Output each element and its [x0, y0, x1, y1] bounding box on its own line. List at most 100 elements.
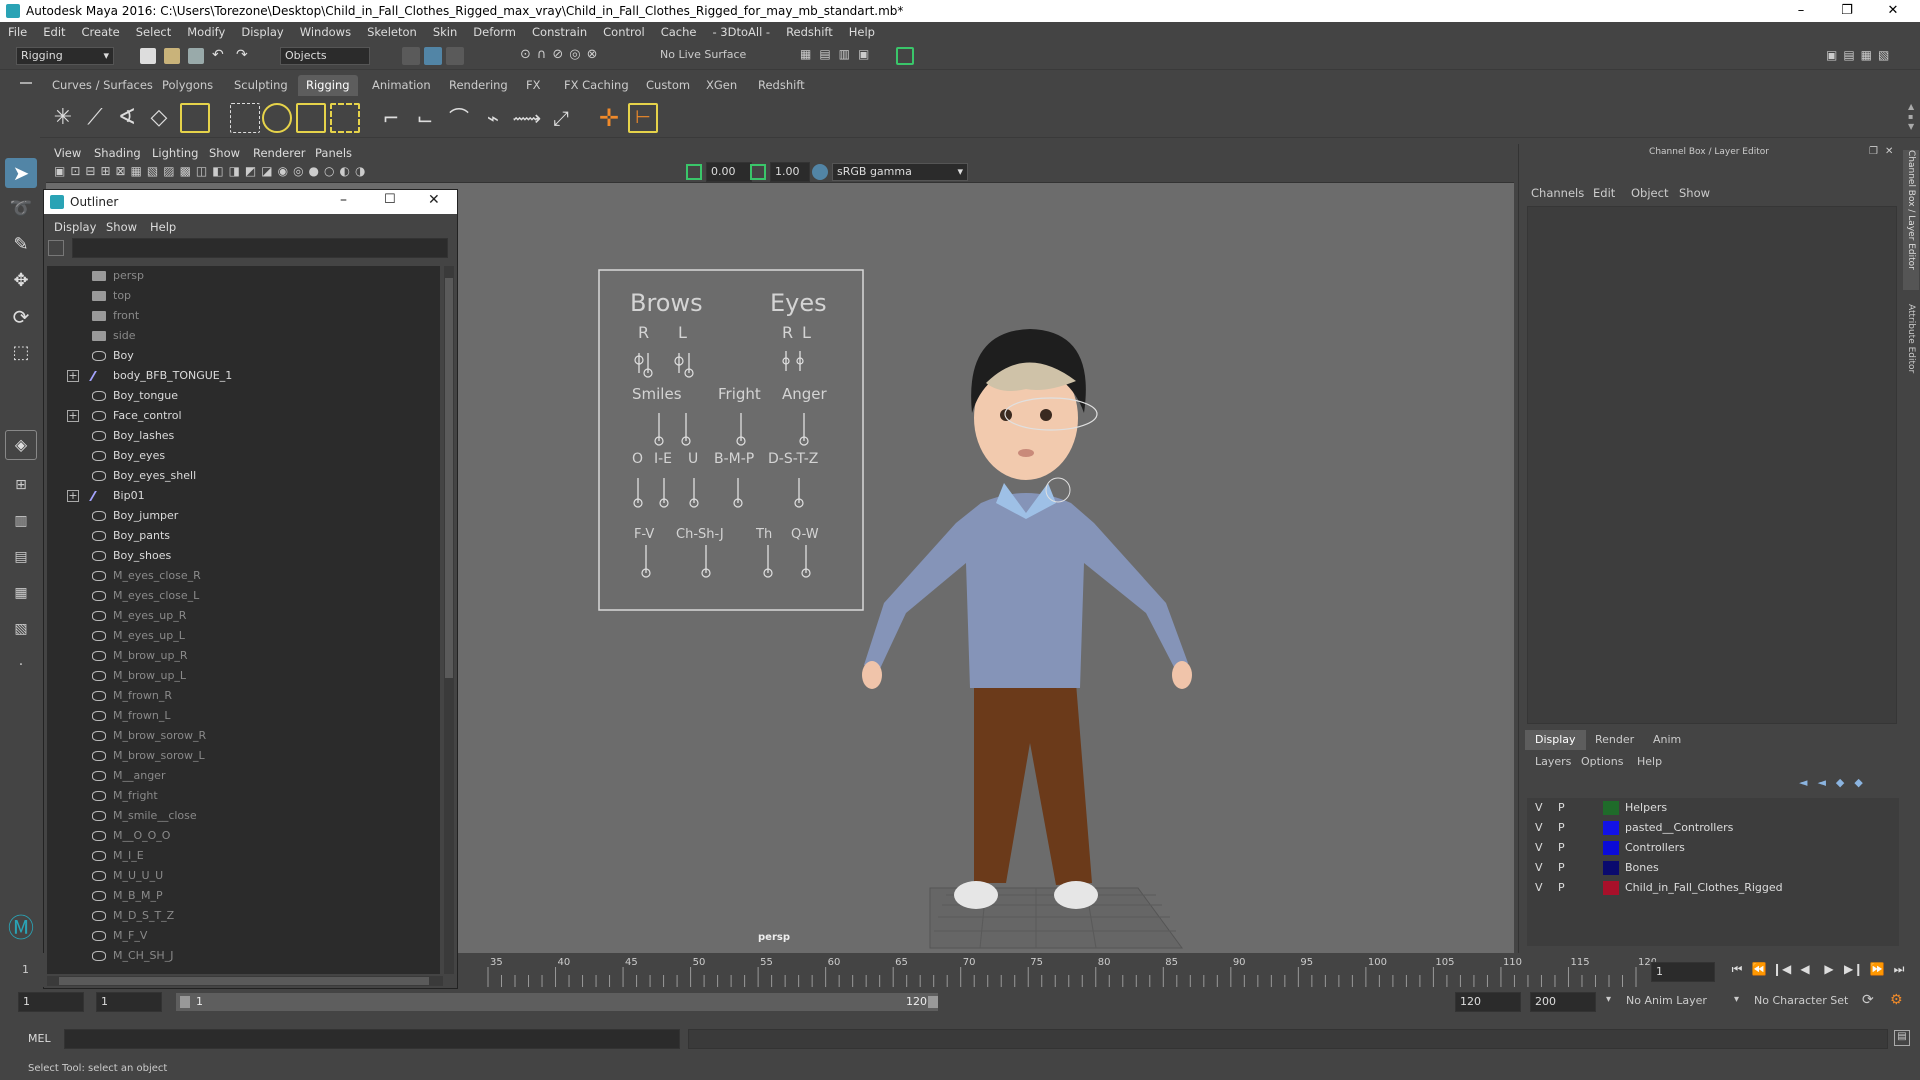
open-scene-icon[interactable]	[164, 48, 180, 64]
outliner-item[interactable]: side	[47, 326, 440, 346]
outliner-item[interactable]: M_F_V	[47, 926, 440, 946]
tab-rendering[interactable]: Rendering	[441, 75, 516, 96]
rotate-tool-icon[interactable]: ⟳	[5, 302, 37, 332]
step-forward-frame-icon[interactable]: ▶❙	[1844, 960, 1863, 978]
viewport-menu-view[interactable]: View	[54, 146, 81, 160]
expand-plus-icon[interactable]: +	[67, 370, 79, 382]
undo-icon[interactable]: ↶	[212, 47, 224, 63]
outliner-filter-icon[interactable]	[48, 240, 64, 256]
outliner-item[interactable]: M_D_S_T_Z	[47, 906, 440, 926]
outliner-item[interactable]: M_fright	[47, 786, 440, 806]
outliner-item[interactable]: + body_BFB_TONGUE_1	[47, 366, 440, 386]
menu-help[interactable]: Help	[841, 25, 883, 39]
outliner-item[interactable]: Boy_tongue	[47, 386, 440, 406]
layer-visibility-toggle[interactable]: V	[1535, 838, 1543, 858]
viewport-menu-lighting[interactable]: Lighting	[152, 146, 198, 160]
channel-box-menu-object[interactable]: Object	[1631, 186, 1668, 200]
interactive-bind-icon[interactable]: ⌙	[410, 103, 440, 133]
point-constraint-icon[interactable]: ✛	[594, 103, 624, 133]
paint-weights-icon[interactable]: ⌒	[444, 103, 474, 133]
channel-box-area[interactable]	[1527, 206, 1897, 724]
locator-icon[interactable]	[180, 103, 210, 133]
current-frame-field[interactable]: 1	[1651, 962, 1715, 982]
outliner-item[interactable]: + Face_control	[47, 406, 440, 426]
outliner-item[interactable]: M_brow_sorow_L	[47, 746, 440, 766]
create-joints-icon[interactable]: ✳	[48, 103, 78, 133]
layer-playback-toggle[interactable]: P	[1558, 838, 1565, 858]
persp-graph-icon[interactable]: ▤	[5, 542, 37, 572]
tab-sculpting[interactable]: Sculpting	[226, 75, 296, 96]
layer-playback-toggle[interactable]: P	[1558, 858, 1565, 878]
display-layer-row[interactable]: V P Helpers	[1527, 798, 1899, 818]
paint-select-icon[interactable]: ✎	[5, 230, 37, 260]
menu-display[interactable]: Display	[233, 25, 291, 39]
menu-set-dropdown[interactable]: Rigging ▾	[16, 47, 114, 65]
layer-menu-layers[interactable]: Layers	[1535, 755, 1571, 768]
outliner-item[interactable]: Boy_lashes	[47, 426, 440, 446]
menu-control[interactable]: Control	[595, 25, 653, 39]
panel-toggle-icons[interactable]: ▣▤▦▧	[1826, 48, 1910, 64]
outliner-item[interactable]: M_eyes_up_L	[47, 626, 440, 646]
layer-tab-anim[interactable]: Anim	[1643, 730, 1691, 750]
play-backwards-icon[interactable]: ◀	[1796, 960, 1814, 978]
menu-skin[interactable]: Skin	[425, 25, 465, 39]
expand-plus-icon[interactable]: +	[67, 410, 79, 422]
step-back-frame-icon[interactable]: ❙◀	[1772, 960, 1791, 978]
display-layer-row[interactable]: V P Child_in_Fall_Clothes_Rigged	[1527, 878, 1899, 898]
tab-rigging[interactable]: Rigging	[298, 75, 358, 96]
exposure-field[interactable]: 0.00	[706, 162, 752, 182]
cluster-icon[interactable]	[230, 103, 260, 133]
script-editor-icon[interactable]: ▤	[1894, 1030, 1910, 1046]
four-view-icon[interactable]: ⊞	[5, 470, 37, 500]
play-forwards-icon[interactable]: ▶	[1820, 960, 1838, 978]
channel-box-float-icon[interactable]: ❐	[1869, 146, 1878, 157]
tab-animation[interactable]: Animation	[364, 75, 439, 96]
outliner-item[interactable]: top	[47, 286, 440, 306]
close-window-button[interactable]: ✕	[1870, 0, 1916, 22]
outliner-item[interactable]: + Bip01	[47, 486, 440, 506]
menu-skeleton[interactable]: Skeleton	[359, 25, 425, 39]
go-to-start-icon[interactable]: ⏮	[1728, 960, 1746, 978]
outliner-item[interactable]: M_U_U_U	[47, 866, 440, 886]
step-back-key-icon[interactable]: ⏪	[1750, 960, 1768, 978]
layer-visibility-toggle[interactable]: V	[1535, 858, 1543, 878]
start-frame-field[interactable]: 1	[18, 992, 84, 1012]
viewport-menu-panels[interactable]: Panels	[315, 146, 352, 160]
bind-skin-icon[interactable]: ⌐	[376, 103, 406, 133]
outliner-item[interactable]: M__O_O_O	[47, 826, 440, 846]
viewport-menu-show[interactable]: Show	[209, 146, 240, 160]
playback-start-field[interactable]: 1	[96, 992, 162, 1012]
move-tool-icon[interactable]: ✥	[5, 266, 37, 296]
outliner-item[interactable]: M_brow_sorow_R	[47, 726, 440, 746]
lasso-tool-icon[interactable]: ➰	[5, 194, 37, 224]
menu-select[interactable]: Select	[128, 25, 179, 39]
go-to-end-icon[interactable]: ⏭	[1890, 960, 1908, 978]
channel-box-menu-show[interactable]: Show	[1679, 186, 1710, 200]
snap-icons[interactable]: ⊙∩⊘◎⊗	[520, 47, 670, 65]
outliner-item[interactable]: M_eyes_close_R	[47, 566, 440, 586]
channel-box-close-icon[interactable]: ✕	[1885, 146, 1893, 157]
outliner-item[interactable]: M_I_E	[47, 846, 440, 866]
tab-redshift[interactable]: Redshift	[750, 75, 813, 96]
outliner-minimize-button[interactable]: –	[340, 192, 347, 208]
step-forward-key-icon[interactable]: ⏩	[1868, 960, 1886, 978]
outliner-menu-display[interactable]: Display	[54, 220, 96, 234]
outliner-maximize-button[interactable]: ☐	[384, 192, 396, 207]
end-frame-field[interactable]: 200	[1530, 992, 1596, 1012]
preferences-icon[interactable]: ⚙	[1890, 992, 1903, 1008]
insert-joint-icon[interactable]: ◇	[144, 103, 174, 133]
new-scene-icon[interactable]	[140, 48, 156, 64]
shelf-scroll-icon[interactable]: ▲ ▪ ▼	[1908, 102, 1918, 134]
range-end-handle[interactable]	[928, 996, 938, 1008]
gamma-field[interactable]: 1.00	[770, 162, 810, 182]
tab-custom[interactable]: Custom	[638, 75, 698, 96]
outliner-scrollbar[interactable]	[444, 266, 454, 974]
layer-visibility-toggle[interactable]: V	[1535, 818, 1543, 838]
select-object-icon[interactable]	[424, 47, 442, 65]
outliner-menu-show[interactable]: Show	[106, 220, 137, 234]
outliner-item[interactable]: M_eyes_close_L	[47, 586, 440, 606]
display-layer-row[interactable]: V P Bones	[1527, 858, 1899, 878]
outliner-item[interactable]: M_CH_SH_J	[47, 946, 440, 966]
scale-tool-icon[interactable]: ⬚	[5, 338, 37, 368]
outliner-item[interactable]: M_frown_L	[47, 706, 440, 726]
